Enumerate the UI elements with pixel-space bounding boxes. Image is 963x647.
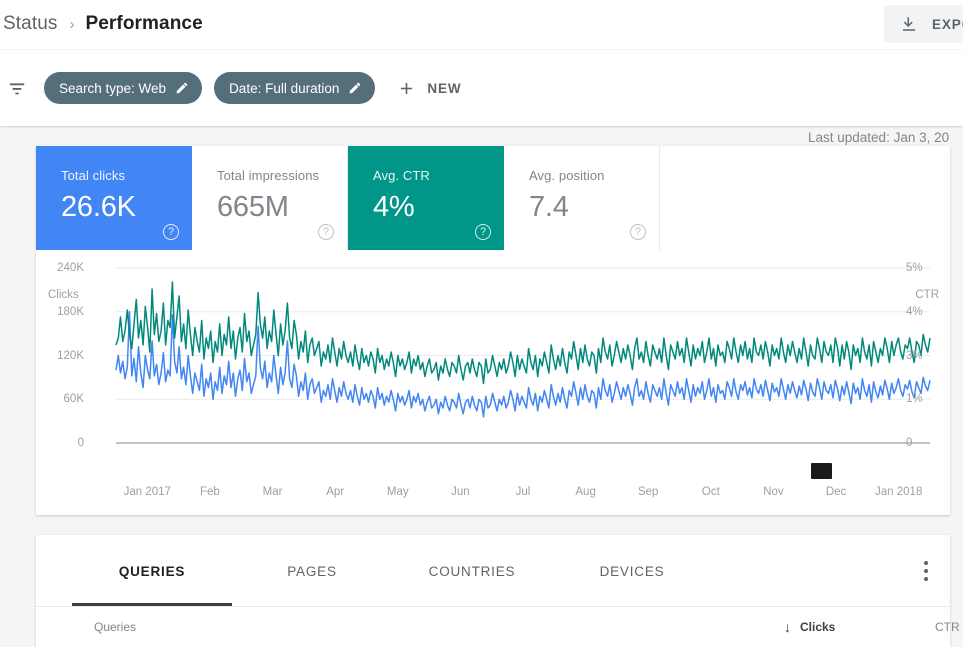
metric-value: 4% (373, 191, 415, 223)
x-axis-tick: Nov (763, 486, 784, 498)
chart-series-ctr (115, 281, 931, 385)
x-axis-tick: Feb (200, 486, 220, 498)
chip-date-range-label: Date: Full duration (229, 80, 340, 96)
pencil-icon (175, 81, 189, 95)
metric-cards-filler (660, 146, 950, 250)
page-title: Performance (85, 13, 203, 34)
y-axis-right-tick: 0 (906, 437, 913, 449)
y-axis-left-tick: 0 (77, 437, 84, 449)
tab-pages[interactable]: PAGES (232, 535, 392, 607)
x-axis-tick: Jan 2017 (123, 486, 171, 498)
sort-descending-icon: ↓ (784, 619, 791, 635)
new-filter-button[interactable]: NEW (397, 79, 461, 98)
chip-search-type-label: Search type: Web (59, 80, 167, 96)
metric-label: Avg. position (529, 168, 605, 183)
metric-label: Total impressions (217, 168, 320, 183)
y-axis-right-tick: 4% (906, 305, 923, 318)
x-axis-tick: Jan 2018 (875, 486, 923, 498)
tab-label: QUERIES (118, 563, 186, 579)
x-axis-tick: Oct (701, 486, 720, 498)
x-axis-tick: May (386, 486, 409, 498)
active-tab-underline (72, 603, 232, 606)
page-header: Status › Performance EXPORT (0, 0, 963, 49)
download-icon (900, 15, 918, 33)
x-axis-tick: Dec (825, 486, 847, 498)
column-header-clicks[interactable]: ↓ Clicks (784, 620, 835, 634)
metric-value: 26.6K (61, 191, 136, 223)
breadcrumb-status[interactable]: Status (3, 13, 57, 35)
x-axis-tick: Sep (637, 486, 659, 498)
tab-devices[interactable]: DEVICES (552, 535, 712, 607)
metric-card-avg-ctr[interactable]: Avg. CTR 4% ? (348, 146, 504, 250)
x-axis-tick: Apr (326, 486, 345, 498)
kebab-menu-icon[interactable] (924, 561, 928, 585)
x-axis-tick: Jul (515, 486, 531, 498)
search-console-performance-page: Status › Performance EXPORT Search type:… (0, 0, 963, 647)
y-axis-left-tick: 240K (57, 262, 84, 274)
mouse-cursor-artifact (811, 463, 832, 479)
dimension-table-card: QUERIES PAGES COUNTRIES DEVICES Queries ↓ C… (36, 535, 960, 647)
new-filter-label: NEW (427, 80, 462, 96)
tab-countries[interactable]: COUNTRIES (392, 535, 552, 607)
metric-cards: Total clicks 26.6K ? Total impressions 6… (36, 146, 950, 250)
x-axis-tick: Mar (262, 486, 283, 498)
help-icon[interactable]: ? (475, 224, 491, 240)
help-icon[interactable]: ? (163, 224, 179, 240)
y-axis-left-tick: 180K (57, 305, 84, 318)
tab-label: COUNTRIES (428, 563, 516, 579)
column-header-queries[interactable]: Queries (94, 620, 136, 634)
table-header-row: Queries ↓ Clicks CTR (36, 607, 960, 647)
tab-queries[interactable]: QUERIES (72, 535, 232, 607)
y-axis-right-tick: 1% (906, 393, 923, 406)
filter-toolbar: Search type: Web Date: Full duration NEW… (0, 50, 963, 145)
metric-card-total-clicks[interactable]: Total clicks 26.6K ? (36, 146, 192, 250)
y-axis-left-tick: 120K (57, 349, 84, 362)
column-header-ctr[interactable]: CTR (935, 620, 960, 634)
export-label: EXPORT (932, 16, 963, 32)
last-updated-text: Last updated: Jan 3, 20 (808, 130, 950, 145)
help-icon[interactable]: ? (318, 224, 334, 240)
y-axis-left-tick: 60K (63, 393, 84, 406)
tab-label: PAGES (287, 563, 337, 579)
help-icon[interactable]: ? (630, 224, 646, 240)
plus-icon (397, 79, 416, 98)
metric-card-total-impressions[interactable]: Total impressions 665M ? (192, 146, 348, 250)
metric-value: 665M (217, 191, 289, 223)
pencil-icon (348, 81, 362, 95)
metric-label: Avg. CTR (373, 168, 430, 183)
export-button[interactable]: EXPORT (884, 5, 963, 43)
chip-search-type[interactable]: Search type: Web (44, 72, 203, 104)
metric-card-avg-position[interactable]: Avg. position 7.4 ? (504, 146, 660, 250)
y-axis-right-tick: 5% (906, 262, 923, 274)
x-axis-tick: Jun (451, 486, 470, 498)
performance-chart-card: Total clicks 26.6K ? Total impressions 6… (36, 146, 950, 515)
chip-date-range[interactable]: Date: Full duration (214, 72, 376, 104)
dimension-tabs: QUERIES PAGES COUNTRIES DEVICES (36, 535, 950, 607)
column-header-clicks-label: Clicks (800, 620, 836, 634)
breadcrumb: Status › Performance (0, 13, 203, 35)
breadcrumb-separator-icon: › (69, 15, 75, 33)
tab-label: DEVICES (599, 563, 665, 579)
metric-label: Total clicks (61, 168, 126, 183)
filter-icon[interactable] (6, 77, 28, 99)
x-axis-tick: Aug (575, 486, 596, 498)
y-axis-right-tick: 3% (906, 349, 923, 362)
metric-value: 7.4 (529, 191, 569, 223)
